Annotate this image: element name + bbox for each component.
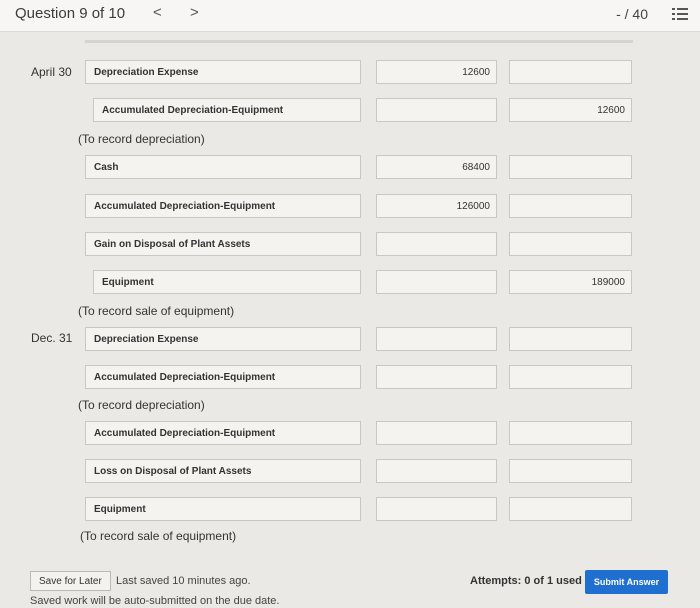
entry-date: Dec. 31 [31, 331, 73, 345]
credit-field[interactable] [509, 327, 632, 351]
debit-field[interactable] [376, 497, 497, 521]
debit-field[interactable] [376, 327, 497, 351]
debit-field[interactable] [376, 232, 497, 256]
entry-explanation: (To record depreciation) [78, 398, 205, 412]
credit-field[interactable] [509, 232, 632, 256]
account-field[interactable]: Accumulated Depreciation-Equipment [93, 98, 361, 122]
previous-question-icon[interactable]: < [153, 4, 162, 21]
account-field[interactable]: Loss on Disposal of Plant Assets [85, 459, 361, 483]
account-field[interactable]: Gain on Disposal of Plant Assets [85, 232, 361, 256]
entry-date: April 30 [31, 65, 72, 79]
debit-field[interactable] [376, 270, 497, 294]
question-list-icon[interactable] [672, 7, 688, 21]
entry-explanation: (To record depreciation) [78, 132, 205, 146]
credit-field[interactable] [509, 459, 632, 483]
credit-field[interactable] [509, 421, 632, 445]
debit-field[interactable]: 12600 [376, 60, 497, 84]
credit-field[interactable] [509, 497, 632, 521]
question-header: Question 9 of 10 < > - / 40 [0, 0, 700, 32]
debit-field[interactable] [376, 421, 497, 445]
debit-field[interactable] [376, 365, 497, 389]
debit-field[interactable]: 126000 [376, 194, 497, 218]
account-field[interactable]: Cash [85, 155, 361, 179]
credit-field[interactable] [509, 194, 632, 218]
submit-answer-button[interactable]: Submit Answer [585, 570, 668, 594]
account-field[interactable]: Accumulated Depreciation-Equipment [85, 194, 361, 218]
account-field[interactable]: Depreciation Expense [85, 327, 361, 351]
next-question-icon[interactable]: > [190, 4, 199, 21]
debit-field[interactable] [376, 459, 497, 483]
credit-field[interactable] [509, 60, 632, 84]
attempts-counter: Attempts: 0 of 1 used [470, 575, 582, 587]
auto-submit-notice: Saved work will be auto-submitted on the… [30, 595, 280, 607]
credit-field[interactable]: 12600 [509, 98, 632, 122]
account-field[interactable]: Equipment [85, 497, 361, 521]
debit-field[interactable] [376, 98, 497, 122]
credit-field[interactable]: 189000 [509, 270, 632, 294]
debit-field[interactable]: 68400 [376, 155, 497, 179]
account-field[interactable]: Accumulated Depreciation-Equipment [85, 421, 361, 445]
journal-entry-sheet: April 30 Depreciation Expense 12600 Accu… [0, 32, 700, 592]
last-saved-status: Last saved 10 minutes ago. [116, 575, 251, 587]
entry-explanation: (To record sale of equipment) [80, 529, 237, 543]
save-for-later-button[interactable]: Save for Later [30, 571, 111, 591]
credit-field[interactable] [509, 365, 632, 389]
credit-field[interactable] [509, 155, 632, 179]
question-counter: Question 9 of 10 [15, 5, 126, 22]
question-score: - / 40 [616, 6, 648, 22]
account-field[interactable]: Depreciation Expense [85, 60, 361, 84]
account-field[interactable]: Accumulated Depreciation-Equipment [85, 365, 361, 389]
entry-explanation: (To record sale of equipment) [78, 304, 235, 318]
account-field[interactable]: Equipment [93, 270, 361, 294]
